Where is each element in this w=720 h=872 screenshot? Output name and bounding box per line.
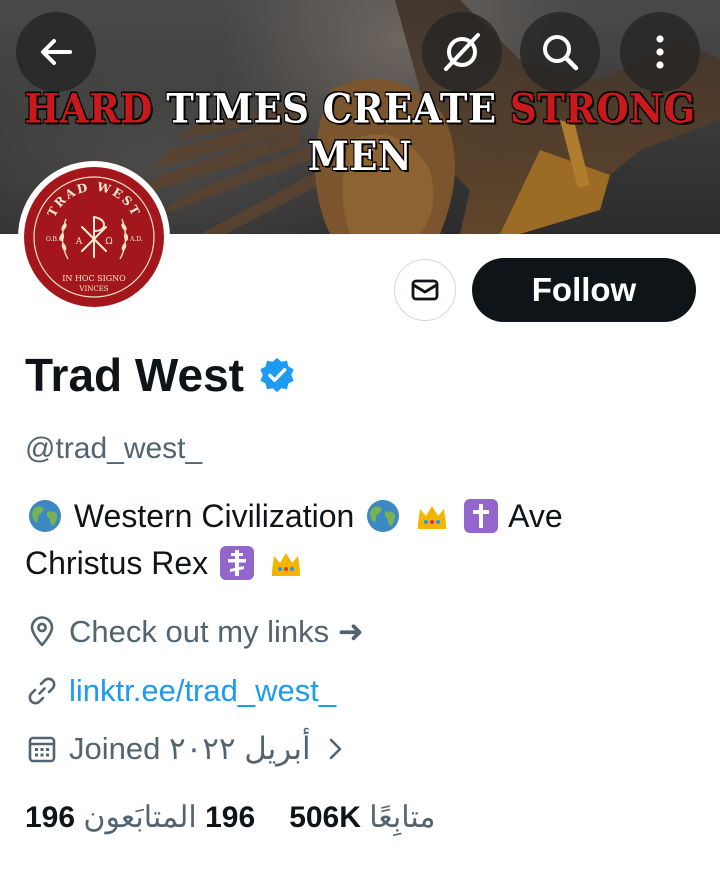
back-button[interactable] [16,12,96,92]
message-button[interactable] [394,259,456,321]
avatar-left-tag: O.B.C [46,236,64,243]
link-icon [28,677,56,705]
latin-cross-emoji-icon [463,499,498,533]
crown-emoji-icon [271,553,300,576]
calendar-icon [28,736,56,763]
following-stat[interactable]: 506K متابِعًا [289,800,435,835]
bio-text-3: Christus Rex [25,545,209,581]
joined-label: Joined [69,731,161,766]
followers-count: 196 [25,801,76,834]
profile-name: Trad West [25,349,244,401]
following-label: متابِعًا [369,801,436,834]
globe-emoji-icon [29,500,61,532]
follow-button[interactable]: Follow [472,258,696,322]
svg-text:TRAD WEST: TRAD WEST [45,179,143,219]
profile-website[interactable]: linktr.ee/trad_west_ [25,673,336,709]
followers-stat[interactable]: 196 المتابَعون 196 [25,800,255,835]
globe-emoji-icon [367,500,400,532]
chevron-right-icon [329,738,341,760]
bio-text-2: Ave [508,498,563,534]
grok-icon [444,33,480,71]
profile-joined-date[interactable]: Joined أبريل ٢٠٢٢ [25,731,345,767]
more-vertical-icon [656,35,664,69]
location-pin-icon [30,616,54,647]
followers-count-repeat: 196 [205,801,256,834]
following-count: 506K [289,801,361,834]
follow-stats: 196 المتابَعون 196 506K متابِعًا [25,800,435,835]
search-icon [543,35,579,71]
joined-date: أبريل ٢٠٢٢ [168,731,311,766]
profile-handle: @trad_west_ [25,432,203,465]
verified-badge-icon[interactable] [258,356,296,394]
envelope-icon [411,279,439,301]
crown-emoji-icon [418,506,447,529]
bio-text-1: Western Civilization [73,498,355,534]
avatar-motto-2: VINCES [78,285,108,293]
avatar-right-tag: A.D. [129,236,143,243]
profile-bio: Western Civilization Ave Christus Rex [25,493,695,587]
profile-location: Check out my links ➜ [25,614,364,650]
avatar-ring-text: TRAD WEST [45,179,141,219]
avatar-logo: TRAD WEST A Ω O.B.C A.D. IN HOC SIGNO VI… [24,167,164,307]
avatar-motto-1: IN HOC SIGNO [62,274,126,283]
arrow-left-icon [41,39,72,65]
location-text: Check out my links ➜ [69,614,364,649]
search-button[interactable] [520,12,600,92]
svg-text:Ω: Ω [105,237,112,247]
svg-text:A: A [75,237,83,247]
profile-name-row: Trad West [25,345,296,405]
profile-avatar[interactable]: TRAD WEST A Ω O.B.C A.D. IN HOC SIGNO VI… [18,161,170,313]
website-link[interactable]: linktr.ee/trad_west_ [69,673,336,709]
more-options-button[interactable] [620,12,700,92]
followers-label: المتابَعون [83,801,197,834]
chi-rho-emblem-icon: TRAD WEST A Ω O.B.C A.D. IN HOC SIGNO VI… [33,176,155,298]
grok-button[interactable] [422,12,502,92]
orthodox-cross-emoji-icon [220,546,255,580]
